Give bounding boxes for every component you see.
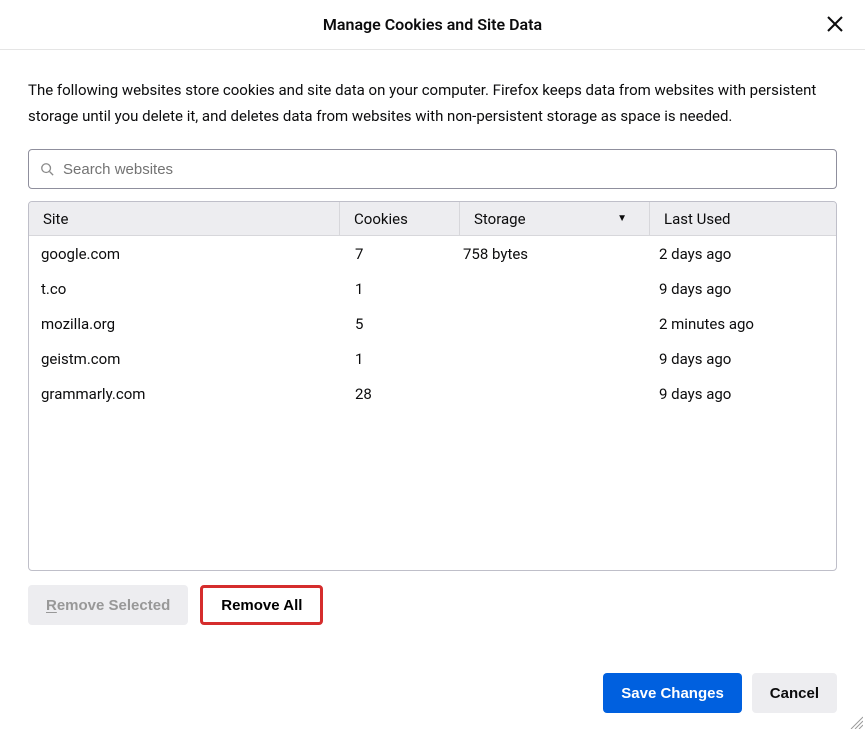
cell-site: mozilla.org: [29, 315, 339, 333]
close-button[interactable]: [823, 12, 847, 36]
dialog-footer-buttons: Save Changes Cancel: [603, 673, 837, 713]
sort-descending-icon: ▼: [617, 213, 627, 224]
cell-site: grammarly.com: [29, 385, 339, 403]
column-header-site[interactable]: Site: [29, 202, 339, 235]
dialog-description: The following websites store cookies and…: [28, 78, 837, 129]
cell-storage: 758 bytes: [459, 245, 649, 263]
cell-last-used: 9 days ago: [649, 280, 836, 298]
button-accesskey: R: [46, 597, 57, 614]
button-label-rest: emove All: [232, 597, 302, 614]
cell-site: google.com: [29, 245, 339, 263]
cell-cookies: 7: [339, 245, 459, 263]
cell-last-used: 2 minutes ago: [649, 315, 836, 333]
search-input[interactable]: [28, 149, 837, 189]
remove-buttons-row: Remove Selected Remove All: [28, 585, 837, 625]
column-header-storage[interactable]: Storage ▼: [459, 202, 649, 235]
cell-cookies: 28: [339, 385, 459, 403]
table-header: Site Cookies Storage ▼ Last Used: [29, 202, 836, 236]
save-changes-button[interactable]: Save Changes: [603, 673, 742, 713]
dialog-content: The following websites store cookies and…: [0, 50, 865, 625]
table-row[interactable]: google.com7758 bytes2 days ago: [29, 236, 836, 271]
table-row[interactable]: t.co1 9 days ago: [29, 271, 836, 306]
close-icon: [826, 15, 844, 33]
cell-last-used: 2 days ago: [649, 245, 836, 263]
column-header-cookies[interactable]: Cookies: [339, 202, 459, 235]
table-row[interactable]: geistm.com1 9 days ago: [29, 341, 836, 376]
button-accesskey: R: [221, 597, 232, 614]
sites-table: Site Cookies Storage ▼ Last Used google.…: [28, 201, 837, 571]
table-row[interactable]: grammarly.com28 9 days ago: [29, 376, 836, 411]
resize-grip-icon: [847, 713, 863, 729]
remove-selected-button[interactable]: Remove Selected: [28, 585, 188, 625]
cell-site: t.co: [29, 280, 339, 298]
button-label-rest: emove Selected: [57, 597, 170, 614]
search-wrapper: [28, 149, 837, 189]
cell-site: geistm.com: [29, 350, 339, 368]
cell-cookies: 1: [339, 350, 459, 368]
column-header-label: Storage: [474, 210, 526, 228]
remove-all-button[interactable]: Remove All: [200, 585, 323, 625]
cell-last-used: 9 days ago: [649, 385, 836, 403]
column-header-label: Site: [43, 210, 68, 228]
dialog-header: Manage Cookies and Site Data: [0, 0, 865, 50]
cell-cookies: 5: [339, 315, 459, 333]
table-row[interactable]: mozilla.org5 2 minutes ago: [29, 306, 836, 341]
cell-last-used: 9 days ago: [649, 350, 836, 368]
column-header-label: Last Used: [664, 210, 731, 228]
dialog-title: Manage Cookies and Site Data: [323, 15, 542, 34]
table-body: google.com7758 bytes2 days agot.co19 day…: [29, 236, 836, 411]
column-header-last-used[interactable]: Last Used: [649, 202, 836, 235]
cancel-button[interactable]: Cancel: [752, 673, 837, 713]
cell-cookies: 1: [339, 280, 459, 298]
column-header-label: Cookies: [354, 210, 408, 228]
